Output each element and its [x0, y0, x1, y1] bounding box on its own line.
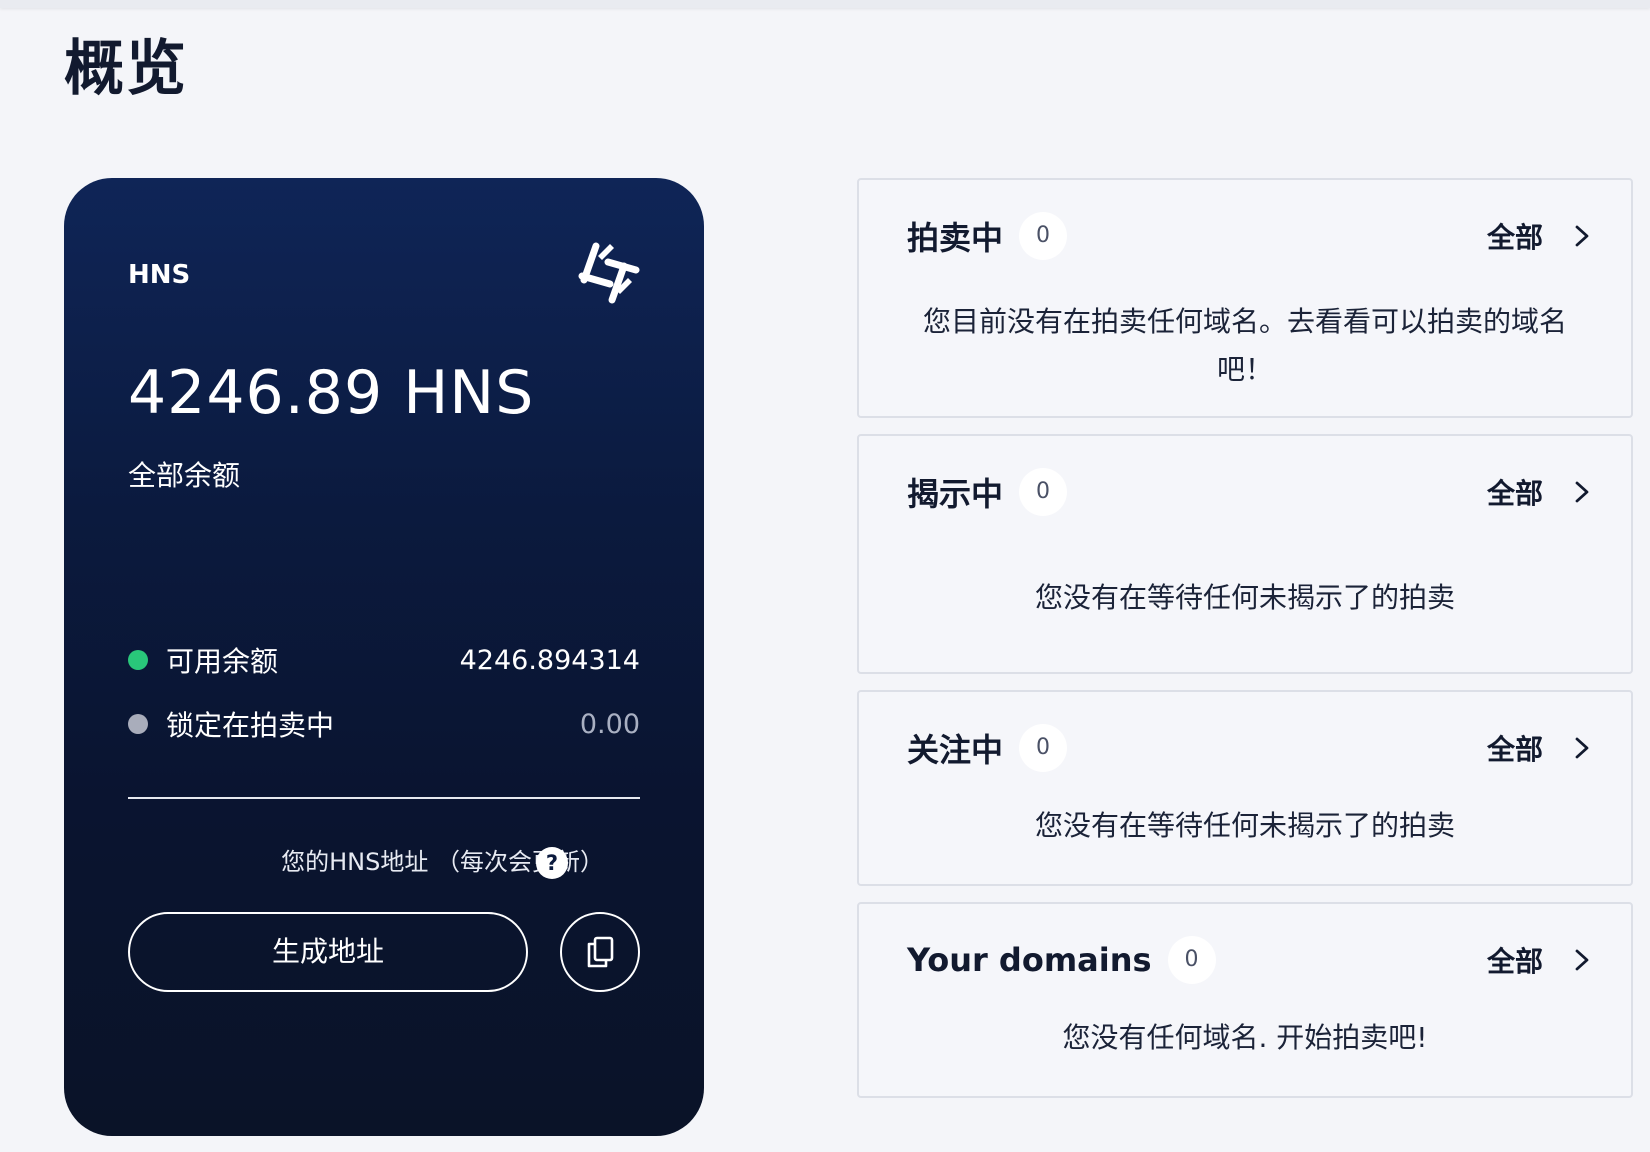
total-balance-label: 全部余额: [128, 459, 241, 492]
top-bar: [0, 0, 1650, 8]
view-all-label: 全部: [1486, 733, 1543, 766]
view-all-label: 全部: [1486, 477, 1543, 510]
total-balance: 4246.89 HNS: [128, 358, 535, 428]
panel-header: Your domains 0 全部: [907, 932, 1591, 988]
empty-message: 您目前没有在拍卖任何域名。去看看可以拍卖的域名吧！: [922, 305, 1567, 386]
panel-header: 揭示中 0 全部: [907, 464, 1591, 520]
help-icon[interactable]: ?: [536, 847, 568, 879]
copy-address-button[interactable]: [560, 912, 640, 992]
available-balance-row: 可用余额 4246.894314: [128, 640, 640, 680]
currency-label: HNS: [128, 260, 191, 290]
view-all-label: 全部: [1486, 221, 1543, 254]
panel-title: 拍卖中: [907, 219, 1004, 257]
locked-balance-label: 锁定在拍卖中: [166, 709, 335, 742]
view-all-watching-link[interactable]: 全部: [1487, 728, 1591, 768]
available-status-dot: [128, 650, 148, 670]
chevron-right-icon: [1575, 949, 1589, 971]
generate-address-button[interactable]: 生成地址: [128, 912, 528, 992]
panel-header: 拍卖中 0 全部: [907, 208, 1591, 264]
empty-message: 您没有在等待任何未揭示了的拍卖: [1034, 581, 1455, 614]
locked-balance-value: 0.00: [579, 708, 640, 740]
count-badge: 0: [1019, 212, 1068, 260]
copy-icon: [587, 936, 614, 968]
count-badge: 0: [1019, 724, 1068, 772]
handshake-logo-icon: [578, 242, 640, 304]
watching-panel: 关注中 0 全部 您没有在等待任何未揭示了的拍卖: [857, 690, 1633, 886]
available-balance-label: 可用余额: [166, 645, 279, 678]
panel-title: 揭示中: [907, 475, 1004, 513]
panel-header: 关注中 0 全部: [907, 720, 1591, 776]
empty-message: 您没有任何域名. 开始拍卖吧!: [1062, 1021, 1428, 1054]
revealing-panel: 揭示中 0 全部 您没有在等待任何未揭示了的拍卖: [857, 434, 1633, 674]
panel-title: Your domains: [907, 941, 1152, 979]
locked-balance-row: 锁定在拍卖中 0.00: [128, 704, 640, 744]
empty-message: 您没有在等待任何未揭示了的拍卖: [1034, 809, 1455, 842]
divider: [128, 797, 640, 799]
available-balance-value: 4246.894314: [459, 644, 640, 676]
count-badge: 0: [1019, 468, 1068, 516]
your-domains-panel: Your domains 0 全部 您没有任何域名. 开始拍卖吧!: [857, 902, 1633, 1098]
auctions-panel: 拍卖中 0 全部 您目前没有在拍卖任何域名。去看看可以拍卖的域名吧！: [857, 178, 1633, 418]
page-title: 概览: [64, 34, 188, 104]
wallet-card: HNS 4246.89 HNS 全部余额 可用余额 4246.894314 锁定…: [64, 178, 704, 1136]
address-label: 您的HNS地址 （每次会更新）: [281, 848, 604, 876]
view-all-auctions-link[interactable]: 全部: [1487, 216, 1591, 256]
chevron-right-icon: [1575, 225, 1589, 247]
view-all-label: 全部: [1486, 945, 1543, 978]
chevron-right-icon: [1575, 737, 1589, 759]
view-all-revealing-link[interactable]: 全部: [1487, 472, 1591, 512]
chevron-right-icon: [1575, 481, 1589, 503]
panel-title: 关注中: [907, 731, 1004, 769]
count-badge: 0: [1167, 936, 1216, 984]
view-all-domains-link[interactable]: 全部: [1487, 940, 1591, 980]
locked-status-dot: [128, 714, 148, 734]
